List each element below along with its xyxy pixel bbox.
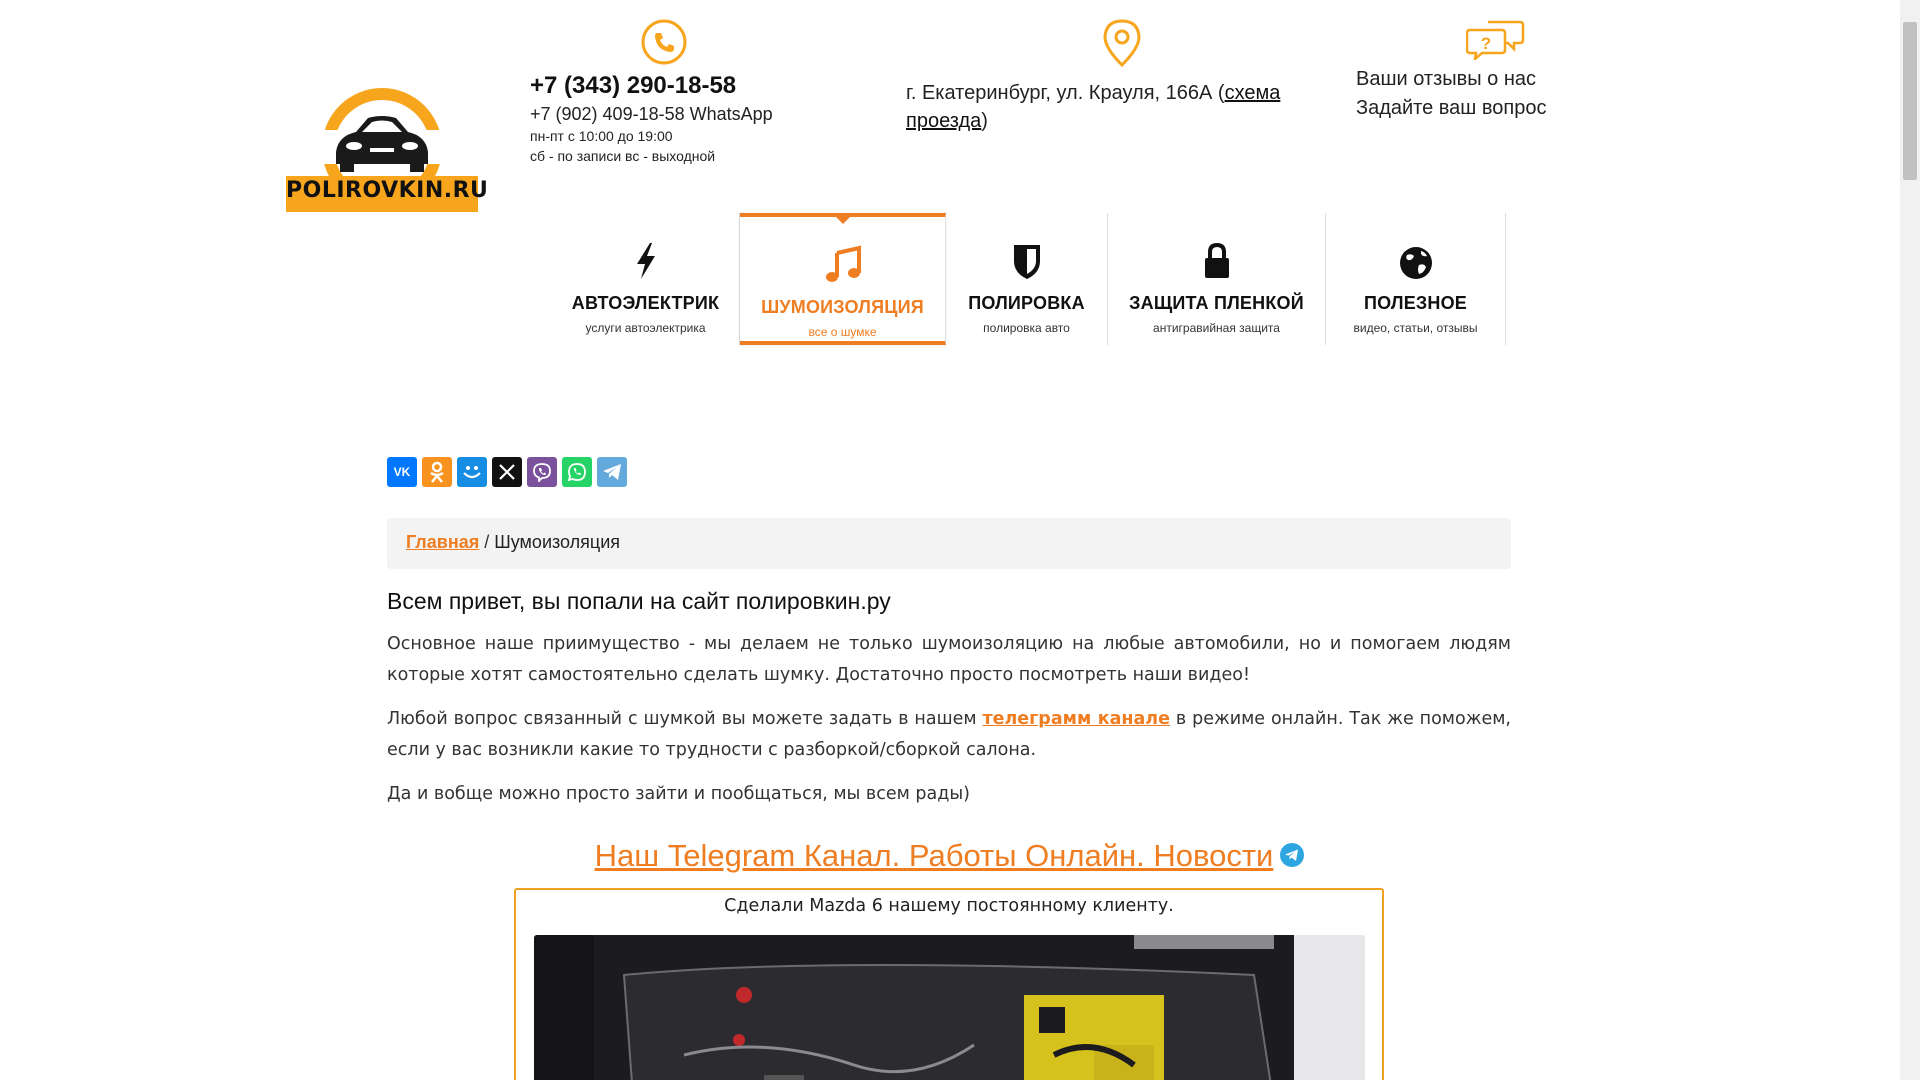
nav-subtitle: антигравийная защита xyxy=(1153,321,1280,335)
header-reviews-block: ? Ваши отзывы о нас Задайте ваш вопрос xyxy=(1356,18,1596,123)
share-viber-button[interactable] xyxy=(527,457,557,487)
share-mailru-button[interactable] xyxy=(457,457,487,487)
nav-subtitle: все о шумке xyxy=(808,325,877,339)
share-x-button[interactable] xyxy=(492,457,522,487)
phone-whatsapp[interactable]: +7 (902) 409-18-58 WhatsApp xyxy=(530,104,830,125)
lock-icon xyxy=(1204,242,1229,278)
x-logo-icon xyxy=(499,464,515,480)
nav-subtitle: услуги автоэлектрика xyxy=(585,321,706,335)
nav-item-useful[interactable]: ПОЛЕЗНОЕ видео, статьи, отзывы xyxy=(1326,213,1506,345)
breadcrumb-separator: / xyxy=(484,532,490,552)
telegram-news-link-text: Наш Telegram Канал. Работы Онлайн. Новос… xyxy=(594,838,1274,873)
nav-item-film-protection[interactable]: ЗАЩИТА ПЛЕНКОЙ антигравийная защита xyxy=(1108,213,1326,345)
page: POLIROVKIN.RU +7 (343) 290-18-58 +7 (902… xyxy=(0,0,1900,1080)
share-telegram-button[interactable] xyxy=(597,457,627,487)
share-whatsapp-button[interactable] xyxy=(562,457,592,487)
vk-icon: VK xyxy=(393,465,411,479)
nav-title: ПОЛИРОВКА xyxy=(968,293,1085,313)
telegram-paragraph: Любой вопрос связанный с шумкой вы может… xyxy=(387,704,1511,766)
odnoklassniki-icon xyxy=(430,461,444,483)
nav-subtitle: полировка авто xyxy=(983,321,1070,335)
hours-weekend: сб - по записи вс - выходной xyxy=(530,148,716,164)
share-buttons: VK xyxy=(387,457,627,487)
nav-item-soundproofing[interactable]: ШУМОИЗОЛЯЦИЯ все о шумке xyxy=(740,213,946,345)
paragraph-text: Любой вопрос связанный с шумкой вы может… xyxy=(387,709,983,729)
shield-icon xyxy=(1013,245,1040,279)
telegram-icon xyxy=(1279,840,1305,876)
nav-subtitle: видео, статьи, отзывы xyxy=(1353,321,1478,335)
vertical-scrollbar[interactable] xyxy=(1900,0,1920,1080)
post-caption: Сделали Mazda 6 нашему постоянному клиен… xyxy=(724,896,1174,916)
post-photo[interactable] xyxy=(534,935,1365,1080)
phone-icon xyxy=(641,19,687,65)
address-street: г. Екатеринбург, ул. Крауля, 166А ( xyxy=(906,82,1225,104)
breadcrumb: Главная / Шумоизоляция xyxy=(387,518,1511,569)
intro-heading: Всем привет, вы попали на сайт полировки… xyxy=(387,588,891,614)
nav-title: ПОЛЕЗНОЕ xyxy=(1363,293,1467,313)
chat-question-icon: ? xyxy=(1465,20,1525,63)
viber-icon xyxy=(533,463,551,482)
telegram-channel-link[interactable]: телеграмм канале xyxy=(982,709,1170,729)
telegram-news-link[interactable]: Наш Telegram Канал. Работы Онлайн. Новос… xyxy=(0,838,1900,876)
breadcrumb-current: Шумоизоляция xyxy=(494,532,621,552)
lightning-icon xyxy=(636,243,655,279)
intro-paragraph: Основное наше приимущество - мы делаем н… xyxy=(387,634,1511,685)
breadcrumb-home-link[interactable]: Главная xyxy=(406,532,479,552)
car-door-photo xyxy=(534,935,1365,1080)
header-phone-block: +7 (343) 290-18-58 +7 (902) 409-18-58 Wh… xyxy=(530,18,830,165)
whatsapp-icon xyxy=(567,463,586,482)
nav-item-polishing[interactable]: ПОЛИРОВКА полировка авто xyxy=(946,213,1108,345)
reviews-link[interactable]: Ваши отзывы о нас xyxy=(1356,65,1596,94)
mailru-smile-icon xyxy=(463,466,481,479)
welcome-paragraph: Да и вобще можно просто зайти и пообщать… xyxy=(387,784,970,804)
telegram-icon xyxy=(603,464,621,480)
address-text: г. Екатеринбург, ул. Крауля, 166А (схема… xyxy=(906,79,1326,135)
site-logo[interactable]: POLIROVKIN.RU xyxy=(286,80,489,212)
share-ok-button[interactable] xyxy=(422,457,452,487)
phone-main[interactable]: +7 (343) 290-18-58 xyxy=(530,72,830,100)
location-pin-icon xyxy=(1103,19,1141,68)
hours-weekdays: пн-пт с 10:00 до 19:00 xyxy=(530,128,673,144)
nav-title: ЗАЩИТА ПЛЕНКОЙ xyxy=(1129,293,1304,313)
main-nav: АВТОЭЛЕКТРИК услуги автоэлектрика ШУМОИЗ… xyxy=(552,213,1506,345)
music-note-icon xyxy=(825,245,861,282)
svg-text:?: ? xyxy=(1481,34,1491,53)
address-suffix: ) xyxy=(981,110,988,132)
share-vk-button[interactable]: VK xyxy=(387,457,417,487)
header-address-block: г. Екатеринбург, ул. Крауля, 166А (схема… xyxy=(906,18,1326,135)
ask-question-link[interactable]: Задайте ваш вопрос xyxy=(1356,94,1596,123)
nav-title: АВТОЭЛЕКТРИК xyxy=(571,293,720,313)
nav-item-autoelectric[interactable]: АВТОЭЛЕКТРИК услуги автоэлектрика xyxy=(552,213,740,345)
logo-text: POLIROVKIN.RU xyxy=(286,178,489,203)
main-content: Всем привет, вы попали на сайт полировки… xyxy=(387,588,1511,823)
globe-icon xyxy=(1399,247,1432,279)
scrollbar-thumb[interactable] xyxy=(1903,22,1917,180)
nav-title: ШУМОИЗОЛЯЦИЯ xyxy=(761,297,924,317)
telegram-post-card: Сделали Mazda 6 нашему постоянному клиен… xyxy=(514,888,1384,1080)
